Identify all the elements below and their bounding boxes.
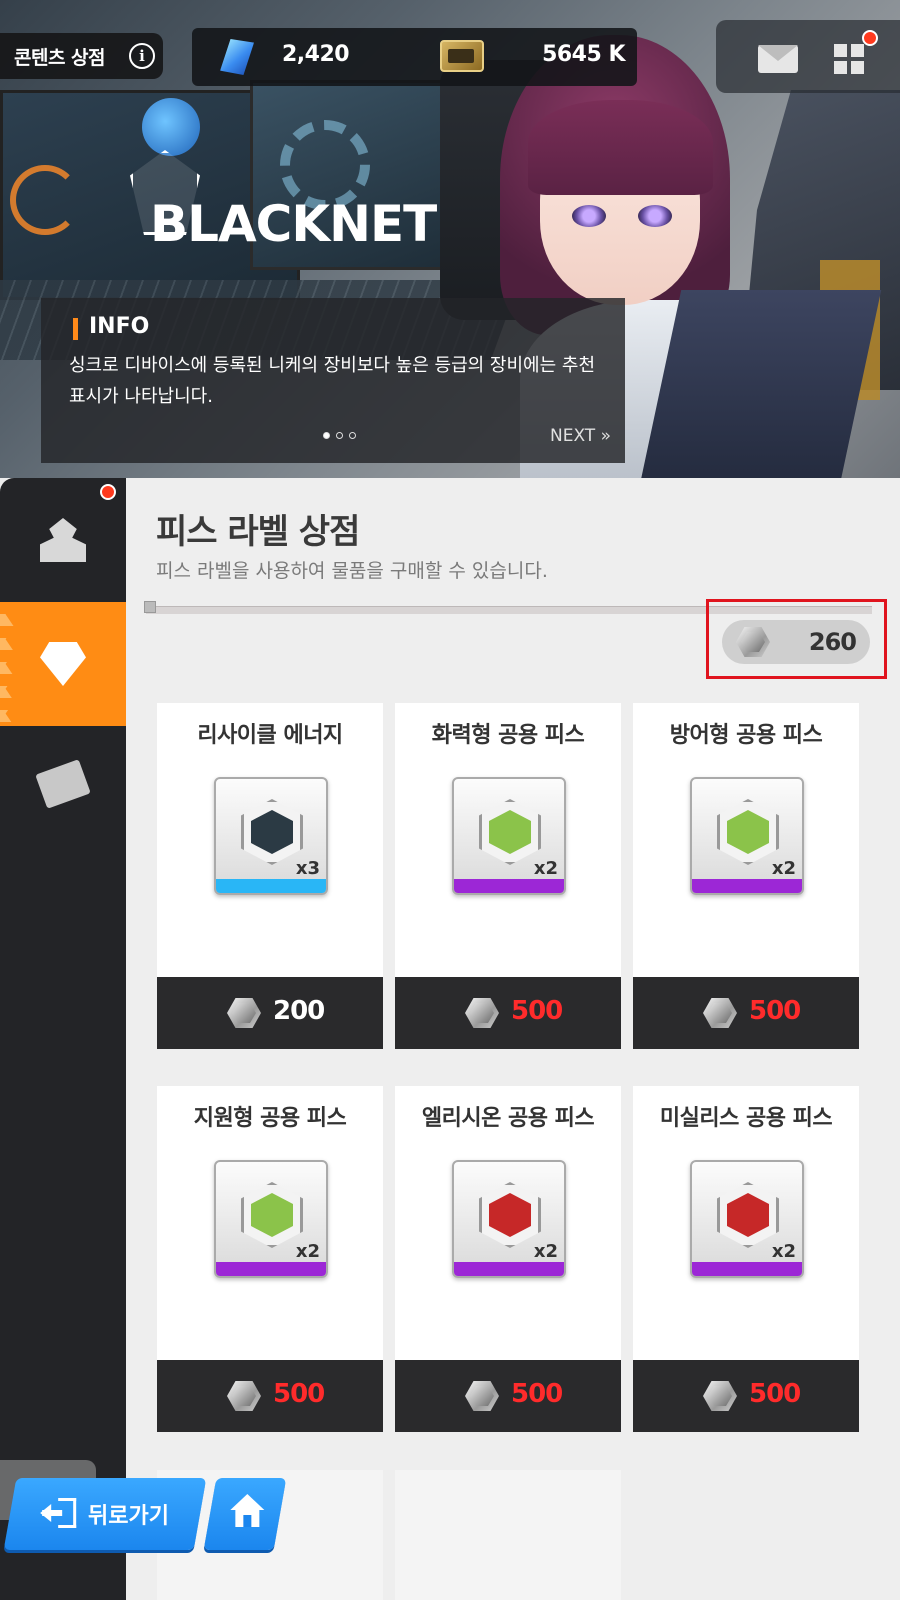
- shop-item-card[interactable]: 방어형 공용 피스 x2 500: [633, 703, 859, 1049]
- piece-label-coin-icon: [465, 1381, 499, 1411]
- item-name: 화력형 공용 피스: [431, 723, 585, 748]
- notification-badge: [862, 30, 878, 46]
- item-quantity: x2: [533, 1241, 558, 1262]
- page-dot: [323, 432, 330, 439]
- piece-label-coin-icon: [703, 1381, 737, 1411]
- page-dot: [336, 432, 343, 439]
- price-bar: 500: [157, 1360, 383, 1432]
- item-quantity: x3: [295, 858, 320, 879]
- defender-piece-icon: x2: [690, 777, 804, 895]
- item-price: 500: [749, 996, 801, 1026]
- notification-badge: [100, 484, 116, 500]
- price-bar: 500: [395, 977, 621, 1049]
- shop-item-card-partial: [395, 1470, 621, 1600]
- sidebar-item-piece-label-shop[interactable]: [0, 602, 140, 726]
- item-price: 500: [273, 1379, 325, 1409]
- item-quantity: x2: [771, 858, 796, 879]
- shop-item-card[interactable]: 리사이클 에너지 x3 200: [157, 703, 383, 1049]
- anvil-icon: [40, 518, 86, 562]
- rarity-stripe: [692, 1262, 802, 1276]
- piece-label-coin-icon: [465, 998, 499, 1028]
- sidebar-item-ticket[interactable]: [0, 726, 126, 850]
- shop-item-card[interactable]: 지원형 공용 피스 x2 500: [157, 1086, 383, 1432]
- info-icon[interactable]: i: [129, 43, 155, 69]
- gem-icon: [219, 39, 254, 75]
- credit-count: 5645 K: [542, 42, 625, 67]
- recycle-energy-icon: x3: [214, 777, 328, 895]
- top-right-panel: [716, 20, 900, 93]
- item-price: 500: [749, 1379, 801, 1409]
- shop-main-panel: 피스 라벨 상점 피스 라벨을 사용하여 물품을 구매할 수 있습니다. 260…: [126, 478, 900, 1600]
- back-button[interactable]: 뒤로가기: [3, 1478, 207, 1550]
- price-bar: 200: [157, 977, 383, 1049]
- page-dot: [349, 432, 356, 439]
- home-icon: [230, 1494, 265, 1530]
- home-button[interactable]: [203, 1478, 287, 1550]
- item-quantity: x2: [533, 858, 558, 879]
- shop-description: 피스 라벨을 사용하여 물품을 구매할 수 있습니다.: [156, 560, 548, 582]
- shop-item-card[interactable]: 미실리스 공용 피스 x2 500: [633, 1086, 859, 1432]
- back-icon: [40, 1498, 77, 1528]
- info-text: 싱크로 디바이스에 등록된 니케의 장비보다 높은 등급의 장비에는 추천 표시…: [69, 355, 596, 407]
- highlight-box: [706, 599, 887, 679]
- rarity-stripe: [454, 879, 564, 893]
- item-price: 500: [511, 1379, 563, 1409]
- price-bar: 500: [633, 1360, 859, 1432]
- diamond-icon: [40, 642, 86, 686]
- character-eye: [572, 205, 606, 227]
- item-name: 방어형 공용 피스: [669, 723, 823, 748]
- grid-menu-icon[interactable]: [834, 44, 866, 76]
- next-button[interactable]: NEXT »: [550, 426, 611, 446]
- back-button-label: 뒤로가기: [88, 1504, 169, 1529]
- ticket-icon: [35, 759, 91, 809]
- piece-label-coin-icon: [227, 1381, 261, 1411]
- price-bar: 500: [395, 1360, 621, 1432]
- info-accent-bar: [73, 318, 78, 340]
- item-price: 200: [273, 996, 325, 1026]
- info-label: INFO: [89, 314, 150, 339]
- price-bar: 500: [633, 977, 859, 1049]
- blacknet-logo: BLACKNET: [80, 145, 440, 255]
- credit-icon: [440, 40, 484, 72]
- item-name: 미실리스 공용 피스: [659, 1106, 833, 1131]
- shop-sidebar: [0, 478, 140, 1600]
- hud-ring-graphic: [10, 165, 80, 235]
- rarity-stripe: [216, 1262, 326, 1276]
- elysion-piece-icon: x2: [452, 1160, 566, 1278]
- item-price: 500: [511, 996, 563, 1026]
- info-panel[interactable]: INFO 싱크로 디바이스에 등록된 니케의 장비보다 높은 등급의 장비에는 …: [41, 298, 625, 463]
- page-indicator: [323, 432, 356, 439]
- page-title: 콘텐츠 상점: [14, 46, 106, 69]
- piece-label-coin-icon: [227, 998, 261, 1028]
- rarity-stripe: [692, 879, 802, 893]
- item-quantity: x2: [295, 1241, 320, 1262]
- character-coat: [638, 290, 882, 478]
- rarity-stripe: [454, 1262, 564, 1276]
- character-bangs: [528, 100, 713, 195]
- firepower-piece-icon: x2: [452, 777, 566, 895]
- rarity-stripe: [216, 879, 326, 893]
- piece-label-coin-icon: [703, 998, 737, 1028]
- item-name: 지원형 공용 피스: [193, 1106, 347, 1131]
- supporter-piece-icon: x2: [214, 1160, 328, 1278]
- shop-item-card[interactable]: 화력형 공용 피스 x2 500: [395, 703, 621, 1049]
- page-title-tab: 콘텐츠 상점 i: [0, 33, 163, 79]
- shop-item-card[interactable]: 엘리시온 공용 피스 x2 500: [395, 1086, 621, 1432]
- gem-count: 2,420: [282, 42, 350, 67]
- currency-bar: 2,420 5645 K: [192, 28, 637, 86]
- mail-icon[interactable]: [758, 45, 798, 73]
- item-name: 엘리시온 공용 피스: [421, 1106, 595, 1131]
- item-name: 리사이클 에너지: [197, 723, 343, 748]
- sidebar-item-forge[interactable]: [0, 478, 126, 602]
- missilis-piece-icon: x2: [690, 1160, 804, 1278]
- logo-text: BLACKNET: [150, 195, 437, 253]
- item-quantity: x2: [771, 1241, 796, 1262]
- shop-title: 피스 라벨 상점: [156, 512, 360, 552]
- character-eye: [638, 205, 672, 227]
